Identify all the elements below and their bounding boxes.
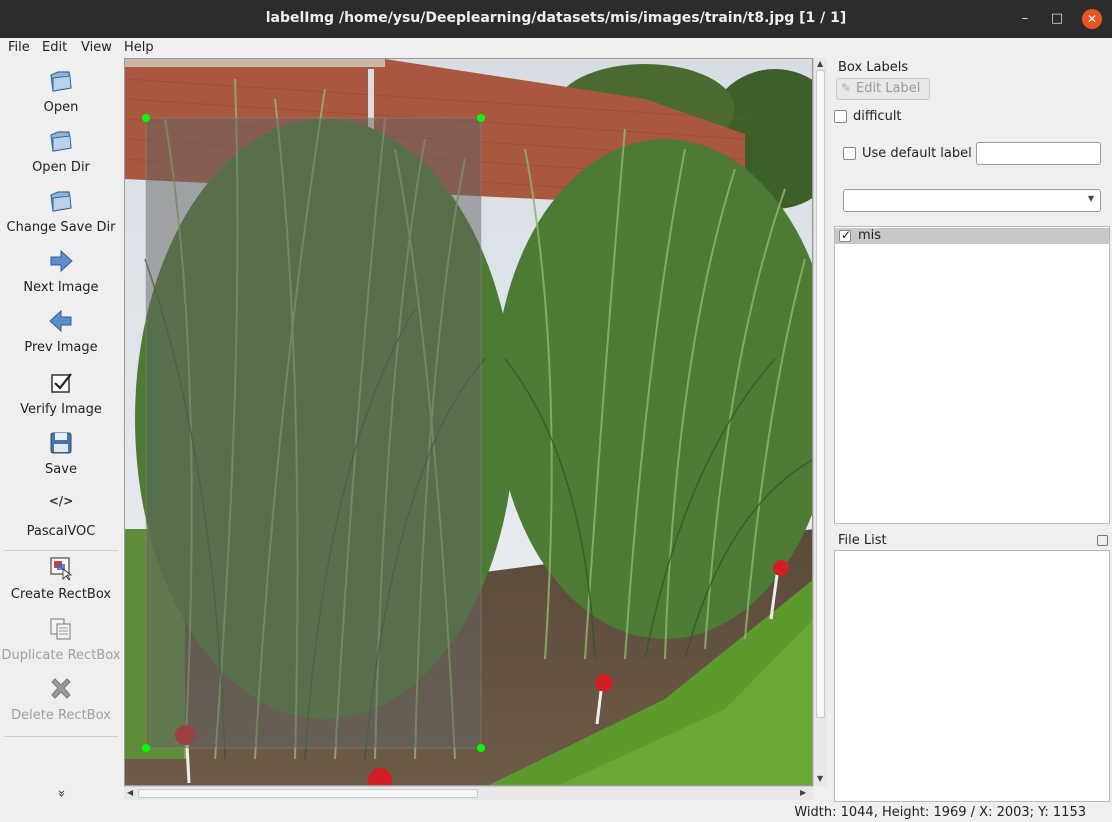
- box-labels-title: Box Labels: [838, 60, 909, 75]
- use-default-label-checkbox[interactable]: [843, 147, 856, 160]
- window-title: labelImg /home/ysu/Deeplearning/datasets…: [265, 10, 847, 26]
- photo-grass: [125, 59, 812, 785]
- difficult-checkbox[interactable]: [834, 110, 847, 123]
- arrow-left-icon: [49, 309, 72, 333]
- status-bar: Width: 1044, Height: 1969 / X: 2003; Y: …: [0, 804, 1112, 822]
- floppy-disk-icon: [50, 432, 72, 454]
- open-dir-label: Open Dir: [32, 160, 90, 175]
- next-image-button[interactable]: Next Image: [0, 248, 122, 295]
- edit-pencil-icon: ✎: [841, 81, 852, 95]
- scroll-up-arrow-icon[interactable]: ▲: [817, 59, 823, 68]
- change-save-dir-label: Change Save Dir: [6, 220, 116, 235]
- menu-bar: File Edit View Help: [0, 38, 1112, 58]
- format-toggle-button[interactable]: </> PascalVOC: [0, 494, 122, 539]
- toolbar-extension-button[interactable]: »: [0, 786, 122, 801]
- left-toolbar: Open Open Dir Change Save Dir Next Image…: [0, 58, 122, 804]
- checkbox-icon: [51, 373, 72, 393]
- dock-splitter[interactable]: [828, 58, 832, 802]
- arrow-right-icon: [50, 249, 73, 273]
- open-button[interactable]: Open: [0, 68, 122, 115]
- status-text: Width: 1044, Height: 1969 / X: 2003; Y: …: [794, 805, 1086, 820]
- label-name: mis: [858, 228, 882, 243]
- save-label: Save: [45, 462, 77, 477]
- duplicate-rectbox-label: Duplicate RectBox: [1, 648, 121, 663]
- edit-label-button[interactable]: ✎ Edit Label: [836, 78, 930, 100]
- undock-icon[interactable]: [1097, 535, 1108, 546]
- label-combo-box[interactable]: ▼: [843, 189, 1101, 212]
- scroll-left-arrow-icon[interactable]: ◀: [127, 788, 133, 797]
- minimize-button[interactable]: –: [1015, 9, 1035, 29]
- folder-icon: [50, 131, 72, 152]
- prev-image-label: Prev Image: [24, 340, 98, 355]
- file-list-title: File List: [838, 533, 887, 548]
- open-dir-button[interactable]: Open Dir: [0, 128, 122, 175]
- duplicate-rectbox-button[interactable]: Duplicate RectBox: [0, 616, 122, 663]
- delete-rectbox-button[interactable]: Delete RectBox: [0, 676, 122, 723]
- label-list-row-selected[interactable]: mis: [835, 228, 1109, 244]
- create-rectbox-icon: [50, 557, 73, 581]
- verify-image-label: Verify Image: [20, 402, 102, 417]
- canvas-horizontal-scrollbar[interactable]: ◀ ▶: [124, 786, 813, 800]
- delete-x-icon: [51, 678, 71, 699]
- scroll-down-arrow-icon[interactable]: ▼: [817, 774, 823, 783]
- maximize-button[interactable]: □: [1047, 9, 1067, 29]
- edit-label-text: Edit Label: [856, 81, 921, 96]
- window-titlebar: labelImg /home/ysu/Deeplearning/datasets…: [0, 0, 1112, 38]
- chevron-double-down-icon: »: [53, 789, 69, 798]
- difficult-label: difficult: [853, 109, 902, 124]
- open-label: Open: [43, 100, 79, 115]
- horizontal-scroll-thumb[interactable]: [138, 789, 478, 798]
- folder-icon: [50, 191, 72, 212]
- folder-icon: [50, 71, 72, 92]
- vertical-scroll-thumb[interactable]: [816, 70, 825, 718]
- delete-rectbox-label: Delete RectBox: [11, 708, 111, 723]
- toolbar-separator: [4, 550, 118, 551]
- canvas-vertical-scrollbar[interactable]: ▲ ▼: [813, 58, 827, 786]
- default-label-input[interactable]: [976, 142, 1101, 165]
- code-icon: </>: [48, 494, 74, 508]
- menu-edit[interactable]: Edit: [42, 40, 67, 55]
- close-button[interactable]: ✕: [1082, 9, 1102, 29]
- verify-image-button[interactable]: Verify Image: [0, 370, 122, 417]
- toolbar-separator: [4, 736, 118, 737]
- menu-view[interactable]: View: [81, 40, 112, 55]
- format-label: PascalVOC: [26, 524, 96, 539]
- menu-help[interactable]: Help: [124, 40, 154, 55]
- use-default-label-text: Use default label: [862, 146, 972, 161]
- menu-file[interactable]: File: [8, 40, 30, 55]
- create-rectbox-label: Create RectBox: [10, 587, 112, 602]
- file-list[interactable]: [834, 550, 1110, 802]
- label-visibility-checkbox[interactable]: [839, 228, 851, 242]
- image-canvas[interactable]: [124, 58, 813, 786]
- scroll-right-arrow-icon[interactable]: ▶: [800, 788, 806, 797]
- chevron-down-icon: ▼: [1087, 194, 1094, 203]
- duplicate-icon: [50, 618, 71, 640]
- next-image-label: Next Image: [23, 280, 99, 295]
- prev-image-button[interactable]: Prev Image: [0, 308, 122, 355]
- change-save-dir-button[interactable]: Change Save Dir: [0, 188, 122, 235]
- create-rectbox-button[interactable]: Create RectBox: [0, 555, 122, 602]
- save-button[interactable]: Save: [0, 430, 122, 477]
- label-list[interactable]: mis: [834, 226, 1110, 524]
